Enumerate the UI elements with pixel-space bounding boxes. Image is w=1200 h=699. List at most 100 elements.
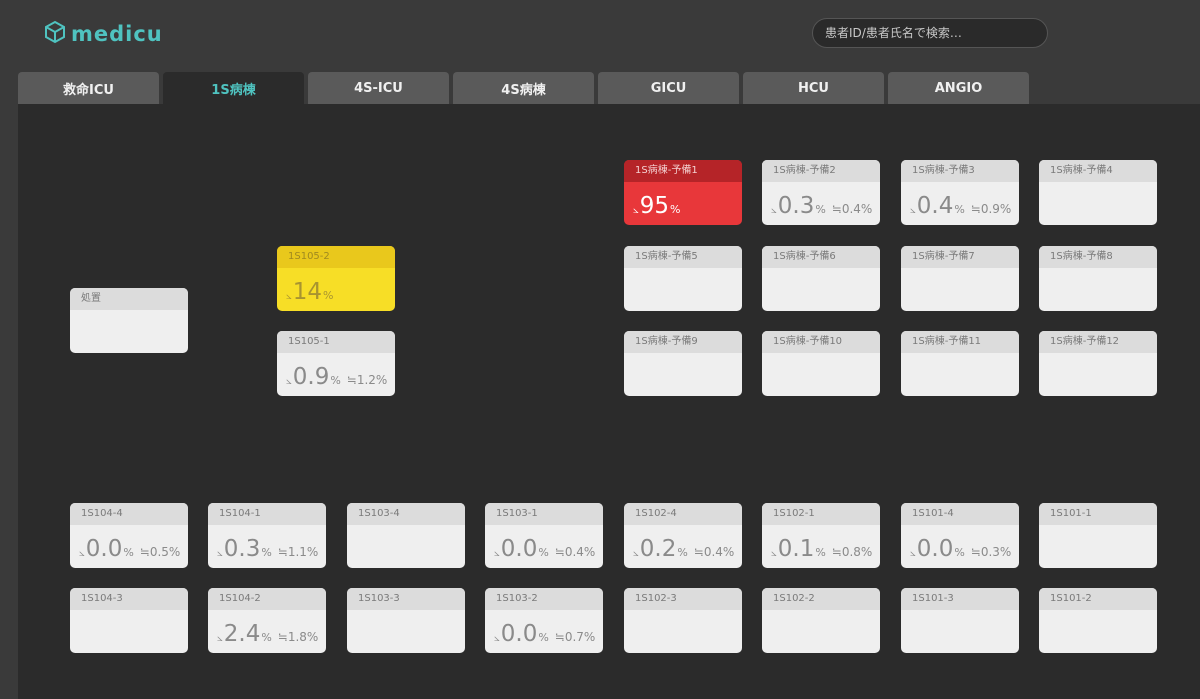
risk-unit: % (261, 546, 272, 559)
bed-card[interactable]: 1S104-4 ⦣ 0.0% ≒0.5% (70, 503, 188, 568)
bed-name: 1S102-2 (762, 588, 880, 610)
bed-body (347, 525, 465, 568)
bed-readout: ⦣ 0.2% ≒0.4% (633, 536, 734, 562)
bed-body: ⦣ 0.1% ≒0.8% (762, 525, 880, 568)
bed-card[interactable]: 1S101-1 (1039, 503, 1157, 568)
bed-name: 処置 (70, 288, 188, 310)
bed-body: ⦣ 0.3% ≒0.4% (762, 182, 880, 225)
bed-card[interactable]: 1S病棟-予備11 (901, 331, 1019, 396)
bed-card[interactable]: 1S病棟-予備4 (1039, 160, 1157, 225)
bed-readout: ⦣ 0.4% ≒0.9% (910, 193, 1011, 219)
tab-gicu[interactable]: GICU (598, 72, 739, 104)
bed-name: 1S103-3 (347, 588, 465, 610)
bed-body (70, 610, 188, 653)
bed-name: 1S病棟-予備10 (762, 331, 880, 353)
bed-name: 1S104-1 (208, 503, 326, 525)
trend-chart-icon: ⦣ (910, 548, 916, 559)
bed-body: ⦣ 0.4% ≒0.9% (901, 182, 1019, 225)
approx-risk-value: ≒0.4% (831, 202, 873, 216)
tab-4s-icu[interactable]: 4S-ICU (308, 72, 449, 104)
bed-body: ⦣ 0.0% ≒0.3% (901, 525, 1019, 568)
bed-card[interactable]: 1S病棟-予備12 (1039, 331, 1157, 396)
trend-chart-icon: ⦣ (217, 633, 223, 644)
risk-value: 0.0 (500, 621, 538, 647)
bed-card[interactable]: 1S104-2 ⦣ 2.4% ≒1.8% (208, 588, 326, 653)
bed-body: ⦣ 0.3% ≒1.1% (208, 525, 326, 568)
bed-body (762, 268, 880, 311)
bed-body: ⦣ 14% (277, 268, 395, 311)
bed-card[interactable]: 1S101-4 ⦣ 0.0% ≒0.3% (901, 503, 1019, 568)
bed-name: 1S102-4 (624, 503, 742, 525)
bed-card[interactable]: 1S103-1 ⦣ 0.0% ≒0.4% (485, 503, 603, 568)
bed-card[interactable]: 1S104-1 ⦣ 0.3% ≒1.1% (208, 503, 326, 568)
trend-chart-icon: ⦣ (494, 548, 500, 559)
tab-angio[interactable]: ANGIO (888, 72, 1029, 104)
risk-value: 0.9 (292, 364, 330, 390)
bed-card[interactable]: 1S病棟-予備3 ⦣ 0.4% ≒0.9% (901, 160, 1019, 225)
bed-readout: ⦣ 0.0% ≒0.5% (79, 536, 180, 562)
risk-unit: % (670, 203, 681, 216)
bed-body (1039, 525, 1157, 568)
bed-body (624, 268, 742, 311)
bed-readout: ⦣ 0.0% ≒0.4% (494, 536, 595, 562)
tab-4s-ward[interactable]: 4S病棟 (453, 72, 594, 104)
bed-card[interactable]: 1S病棟-予備5 (624, 246, 742, 311)
trend-chart-icon: ⦣ (494, 633, 500, 644)
bed-card[interactable]: 1S101-2 (1039, 588, 1157, 653)
bed-name: 1S病棟-予備3 (901, 160, 1019, 182)
bed-card[interactable]: 1S病棟-予備6 (762, 246, 880, 311)
bed-readout: ⦣ 0.9% ≒1.2% (286, 364, 387, 390)
bed-name: 1S103-4 (347, 503, 465, 525)
bed-name: 1S病棟-予備8 (1039, 246, 1157, 268)
bed-card[interactable]: 1S病棟-予備10 (762, 331, 880, 396)
tab-kyumei-icu[interactable]: 救命ICU (18, 72, 159, 104)
risk-value: 14 (292, 279, 323, 305)
approx-risk-value: ≒0.5% (139, 545, 181, 559)
bed-body (1039, 610, 1157, 653)
bed-card[interactable]: 1S102-1 ⦣ 0.1% ≒0.8% (762, 503, 880, 568)
bed-body (1039, 182, 1157, 225)
bed-card[interactable]: 1S103-4 (347, 503, 465, 568)
approx-risk-value: ≒0.9% (970, 202, 1012, 216)
trend-chart-icon: ⦣ (633, 548, 639, 559)
bed-name: 1S102-3 (624, 588, 742, 610)
bed-card[interactable]: 1S病棟-予備7 (901, 246, 1019, 311)
bed-card[interactable]: 1S病棟-予備8 (1039, 246, 1157, 311)
patient-search-input[interactable] (812, 18, 1048, 48)
bed-body: ⦣ 0.0% ≒0.4% (485, 525, 603, 568)
tab-hcu[interactable]: HCU (743, 72, 884, 104)
bed-card[interactable]: 1S病棟-予備1 ⦣ 95% (624, 160, 742, 225)
bed-card[interactable]: 1S103-3 (347, 588, 465, 653)
bed-name: 1S103-2 (485, 588, 603, 610)
bed-body (901, 353, 1019, 396)
risk-value: 0.0 (916, 536, 954, 562)
risk-unit: % (330, 374, 341, 387)
app-logo[interactable]: medicu (43, 20, 163, 48)
tab-1s-ward[interactable]: 1S病棟 (163, 72, 304, 104)
bed-readout: ⦣ 2.4% ≒1.8% (217, 621, 318, 647)
bed-card[interactable]: 1S101-3 (901, 588, 1019, 653)
bed-card[interactable]: 1S102-3 (624, 588, 742, 653)
bed-card[interactable]: 1S102-4 ⦣ 0.2% ≒0.4% (624, 503, 742, 568)
logo-text: medicu (71, 22, 163, 46)
trend-chart-icon: ⦣ (771, 205, 777, 216)
bed-name: 1S病棟-予備9 (624, 331, 742, 353)
bed-card[interactable]: 1S病棟-予備2 ⦣ 0.3% ≒0.4% (762, 160, 880, 225)
bed-body (70, 310, 188, 353)
bed-card[interactable]: 1S102-2 (762, 588, 880, 653)
bed-card[interactable]: 1S104-3 (70, 588, 188, 653)
bed-name: 1S105-1 (277, 331, 395, 353)
bed-card[interactable]: 1S105-1 ⦣ 0.9% ≒1.2% (277, 331, 395, 396)
trend-chart-icon: ⦣ (286, 291, 292, 302)
approx-risk-value: ≒0.4% (554, 545, 596, 559)
risk-value: 0.0 (85, 536, 123, 562)
bed-name: 1S病棟-予備1 (624, 160, 742, 182)
bed-body: ⦣ 0.2% ≒0.4% (624, 525, 742, 568)
bed-name: 1S病棟-予備12 (1039, 331, 1157, 353)
bed-card[interactable]: 処置 (70, 288, 188, 353)
bed-readout: ⦣ 0.3% ≒0.4% (771, 193, 872, 219)
bed-card[interactable]: 1S103-2 ⦣ 0.0% ≒0.7% (485, 588, 603, 653)
bed-card[interactable]: 1S105-2 ⦣ 14% (277, 246, 395, 311)
bed-card[interactable]: 1S病棟-予備9 (624, 331, 742, 396)
risk-value: 95 (639, 193, 670, 219)
